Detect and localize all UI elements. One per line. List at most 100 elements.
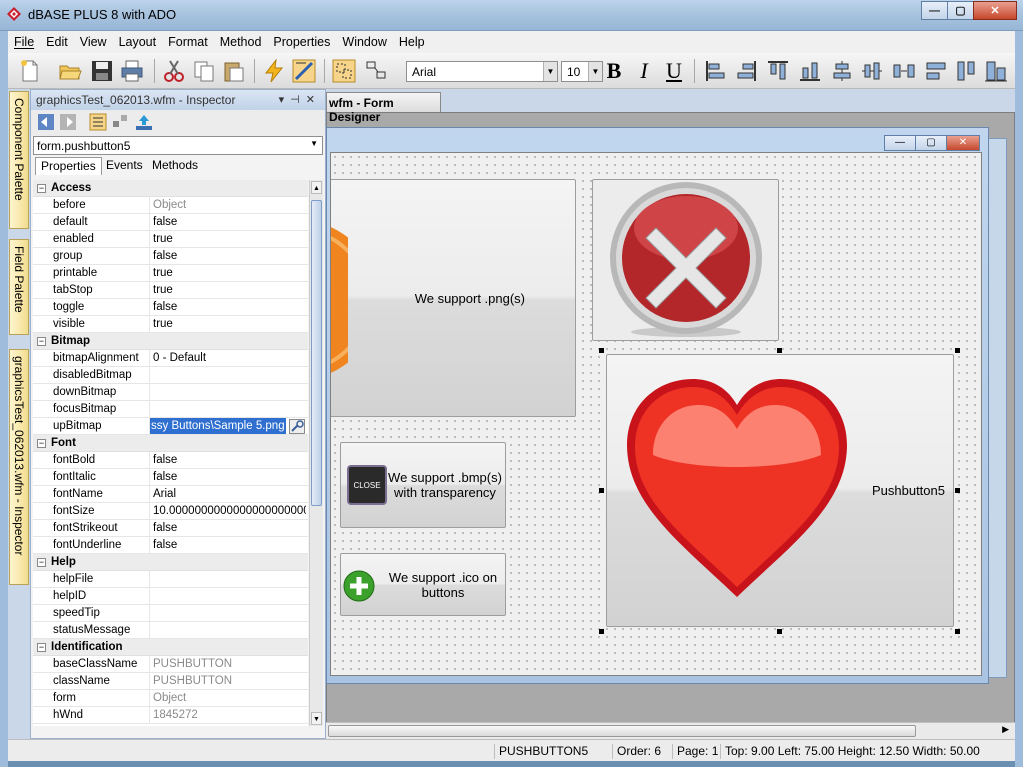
property-row[interactable]: baseClassName PUSHBUTTON: [33, 656, 308, 673]
property-row[interactable]: printable true: [33, 265, 308, 282]
resize-handle-e[interactable]: [955, 488, 960, 493]
property-category[interactable]: − Access: [33, 180, 308, 197]
property-category[interactable]: − Help: [33, 554, 308, 571]
open-folder-icon[interactable]: [58, 59, 82, 83]
menu-properties[interactable]: Properties: [267, 35, 336, 49]
close-image-button[interactable]: [592, 179, 779, 341]
property-value[interactable]: [149, 367, 306, 383]
underline-button[interactable]: U: [662, 59, 686, 83]
property-row[interactable]: fontSize 10.00000000000000000000000: [33, 503, 308, 520]
property-value[interactable]: Object: [149, 690, 306, 706]
property-value[interactable]: PUSHBUTTON: [149, 656, 306, 672]
font-size-combo[interactable]: 10 ▼: [561, 61, 603, 82]
tab-field-palette[interactable]: Field Palette: [9, 239, 29, 335]
property-row[interactable]: visible true: [33, 316, 308, 333]
property-row[interactable]: fontItalic false: [33, 469, 308, 486]
property-row[interactable]: group false: [33, 248, 308, 265]
property-value[interactable]: true: [149, 231, 306, 247]
menu-help[interactable]: Help: [393, 35, 431, 49]
design-mode-icon[interactable]: [292, 59, 316, 83]
property-value[interactable]: false: [149, 214, 306, 230]
object-selector-combo[interactable]: form.pushbutton5 ▼: [33, 136, 323, 155]
property-row[interactable]: tabStop true: [33, 282, 308, 299]
copy-icon[interactable]: [192, 59, 216, 83]
property-row[interactable]: before Object: [33, 197, 308, 214]
print-icon[interactable]: [120, 59, 144, 83]
property-row[interactable]: helpID: [33, 588, 308, 605]
property-row[interactable]: fontName Arial: [33, 486, 308, 503]
italic-button[interactable]: I: [632, 59, 656, 83]
property-category[interactable]: − Font: [33, 435, 308, 452]
property-row[interactable]: upBitmap ssy Buttons\Sample 5.png: [33, 418, 308, 435]
paste-icon[interactable]: [222, 59, 246, 83]
resize-handle-ne[interactable]: [955, 348, 960, 353]
forward-arrow-icon[interactable]: [59, 113, 77, 131]
property-value[interactable]: false: [149, 469, 306, 485]
select-controls-icon[interactable]: [332, 59, 356, 83]
menu-file[interactable]: File: [8, 35, 40, 49]
new-file-icon[interactable]: [18, 59, 42, 83]
align-center-vertical-icon[interactable]: [830, 59, 854, 83]
form-close-button[interactable]: ✕: [946, 135, 980, 151]
run-lightning-icon[interactable]: [262, 59, 286, 83]
property-row[interactable]: focusBitmap: [33, 401, 308, 418]
property-row[interactable]: disabledBitmap: [33, 367, 308, 384]
same-height-icon[interactable]: [954, 59, 978, 83]
form-maximize-button[interactable]: ▢: [915, 135, 947, 151]
property-value[interactable]: PUSHBUTTON: [149, 673, 306, 689]
collapse-icon[interactable]: −: [37, 337, 46, 346]
scroll-down-arrow-icon[interactable]: ▼: [311, 712, 322, 725]
property-value[interactable]: ssy Buttons\Sample 5.png: [149, 418, 286, 434]
property-value[interactable]: true: [149, 282, 306, 298]
form-canvas[interactable]: We support .png(s) CLOSE We support .bmp…: [330, 152, 982, 676]
property-row[interactable]: statusMessage: [33, 622, 308, 639]
tab-component-palette[interactable]: Component Palette: [9, 91, 29, 229]
maximize-button[interactable]: ▢: [947, 1, 974, 20]
bold-button[interactable]: B: [602, 59, 626, 83]
property-value[interactable]: 0 - Default: [149, 350, 306, 366]
property-row[interactable]: enabled true: [33, 231, 308, 248]
menu-layout[interactable]: Layout: [113, 35, 163, 49]
scroll-right-arrow-icon[interactable]: ▶: [1002, 724, 1009, 735]
property-value[interactable]: [149, 384, 306, 400]
menu-window[interactable]: Window: [336, 35, 392, 49]
tab-order-icon[interactable]: [364, 59, 388, 83]
property-row[interactable]: helpFile: [33, 571, 308, 588]
minimize-button[interactable]: —: [921, 1, 948, 20]
resize-handle-w[interactable]: [599, 488, 604, 493]
browse-button[interactable]: [289, 419, 305, 434]
font-name-combo[interactable]: Arial ▼: [406, 61, 558, 82]
property-value[interactable]: [149, 588, 306, 604]
scrollbar-thumb[interactable]: [311, 200, 322, 506]
same-size-icon[interactable]: [984, 59, 1008, 83]
hierarchy-icon[interactable]: [111, 113, 129, 131]
property-row[interactable]: fontStrikeout false: [33, 520, 308, 537]
property-row[interactable]: bitmapAlignment 0 - Default: [33, 350, 308, 367]
menu-method[interactable]: Method: [214, 35, 268, 49]
property-value[interactable]: true: [149, 316, 306, 332]
property-value[interactable]: true: [149, 265, 306, 281]
property-value[interactable]: [149, 622, 306, 638]
align-center-horizontal-icon[interactable]: [860, 59, 884, 83]
pushbutton5[interactable]: Pushbutton5: [606, 354, 954, 627]
align-top-icon[interactable]: [766, 59, 790, 83]
ico-support-button[interactable]: We support .ico on buttons: [340, 553, 506, 616]
tab-inspector[interactable]: graphicsTest_062013.wfm - Inspector: [9, 349, 29, 585]
property-value[interactable]: false: [149, 537, 306, 553]
property-row[interactable]: speedTip: [33, 605, 308, 622]
property-value[interactable]: [149, 401, 306, 417]
property-value[interactable]: false: [149, 520, 306, 536]
categorized-view-icon[interactable]: [89, 113, 107, 131]
menu-view[interactable]: View: [74, 35, 113, 49]
scrollbar-thumb[interactable]: [328, 725, 916, 737]
property-value[interactable]: Arial: [149, 486, 306, 502]
back-arrow-icon[interactable]: [37, 113, 55, 131]
chevron-down-icon[interactable]: ▼: [310, 139, 318, 148]
cut-icon[interactable]: [162, 59, 186, 83]
align-right-icon[interactable]: [734, 59, 758, 83]
menu-edit[interactable]: Edit: [40, 35, 74, 49]
property-category[interactable]: − Bitmap: [33, 333, 308, 350]
menu-format[interactable]: Format: [162, 35, 214, 49]
tab-events[interactable]: Events: [101, 157, 148, 175]
property-row[interactable]: downBitmap: [33, 384, 308, 401]
